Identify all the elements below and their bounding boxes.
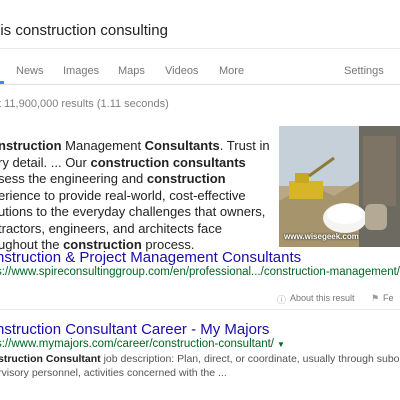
highlighted-term: Consultants xyxy=(144,138,220,153)
feedback-flag-icon: ⚑ xyxy=(371,293,380,303)
text-line: tractors, engineers, and architects face xyxy=(0,221,270,238)
text-run: ry detail. ... Our xyxy=(0,154,91,170)
text-line: utions to the everyday challenges that o… xyxy=(0,204,270,221)
active-tab-indicator xyxy=(0,81,4,84)
search-tabs: News Images Maps Videos More Settings xyxy=(0,48,400,85)
text-run: erience to provide real-world, cost-effe… xyxy=(0,187,246,203)
highlighted-term: nstruction xyxy=(0,138,62,153)
result-feedback-row: ⓘ About this result ⚑ Fe xyxy=(0,289,400,310)
result-2-title-link[interactable]: nstruction Consultant Career - My Majors xyxy=(0,321,269,338)
tab-images[interactable]: Images xyxy=(63,65,99,77)
construction-worker-image xyxy=(279,126,400,247)
about-this-result-link[interactable]: About this result xyxy=(290,293,355,303)
search-input[interactable]: t is construction consulting xyxy=(0,22,168,39)
result-2-url: s://www.mymajors.com/career/construction… xyxy=(0,338,285,350)
text-run: Management xyxy=(61,138,145,153)
info-icon: ⓘ xyxy=(277,295,287,305)
text-line: rvisory personnel, activities concerned … xyxy=(0,366,400,380)
result-2-description: struction Consultant job description: Pl… xyxy=(0,352,400,380)
text-run: rvisory personnel, activities concerned … xyxy=(0,367,227,379)
text-line: sess the engineering and construction xyxy=(0,171,270,188)
featured-result-title-link[interactable]: nstruction & Project Management Consulta… xyxy=(0,249,301,266)
image-caption: www.wisegeek.com xyxy=(284,232,359,241)
text-run: . Trust in xyxy=(219,138,270,153)
highlighted-term: construction xyxy=(146,171,226,186)
search-results-page: t is construction consulting News Images… xyxy=(0,0,400,400)
chevron-down-icon[interactable]: ▼ xyxy=(277,340,285,349)
featured-snippet-image[interactable]: www.wisegeek.com xyxy=(279,126,400,247)
tab-maps[interactable]: Maps xyxy=(118,65,145,77)
text-line: erience to provide real-world, cost-effe… xyxy=(0,188,270,205)
text-run: job description: Plan, direct, or coordi… xyxy=(100,353,400,365)
feedback-link[interactable]: Fe xyxy=(383,293,394,303)
result-stats: t 11,900,000 results (1.11 seconds) xyxy=(0,98,169,110)
text-line: ry detail. ... Our construction consulta… xyxy=(0,155,270,172)
tab-news[interactable]: News xyxy=(16,65,44,77)
featured-snippet-text: nstruction Management Consultants. Trust… xyxy=(0,138,270,254)
text-line: struction Consultant job description: Pl… xyxy=(0,352,400,366)
tab-videos[interactable]: Videos xyxy=(165,65,198,77)
tab-settings[interactable]: Settings xyxy=(344,65,384,77)
highlighted-term: construction consultants xyxy=(90,154,246,170)
text-run: tractors, engineers, and architects face xyxy=(0,220,223,236)
result-2-url-text: s://www.mymajors.com/career/construction… xyxy=(0,338,275,350)
highlighted-term: struction Consultant xyxy=(0,353,101,365)
tab-more[interactable]: More xyxy=(219,65,244,77)
search-bar[interactable]: t is construction consulting xyxy=(0,4,400,49)
text-line: nstruction Management Consultants. Trust… xyxy=(0,138,270,155)
text-run: sess the engineering and xyxy=(0,171,147,186)
text-run: utions to the everyday challenges that o… xyxy=(0,204,266,219)
featured-result-url: s://www.spireconsultinggroup.com/en/prof… xyxy=(0,266,400,278)
